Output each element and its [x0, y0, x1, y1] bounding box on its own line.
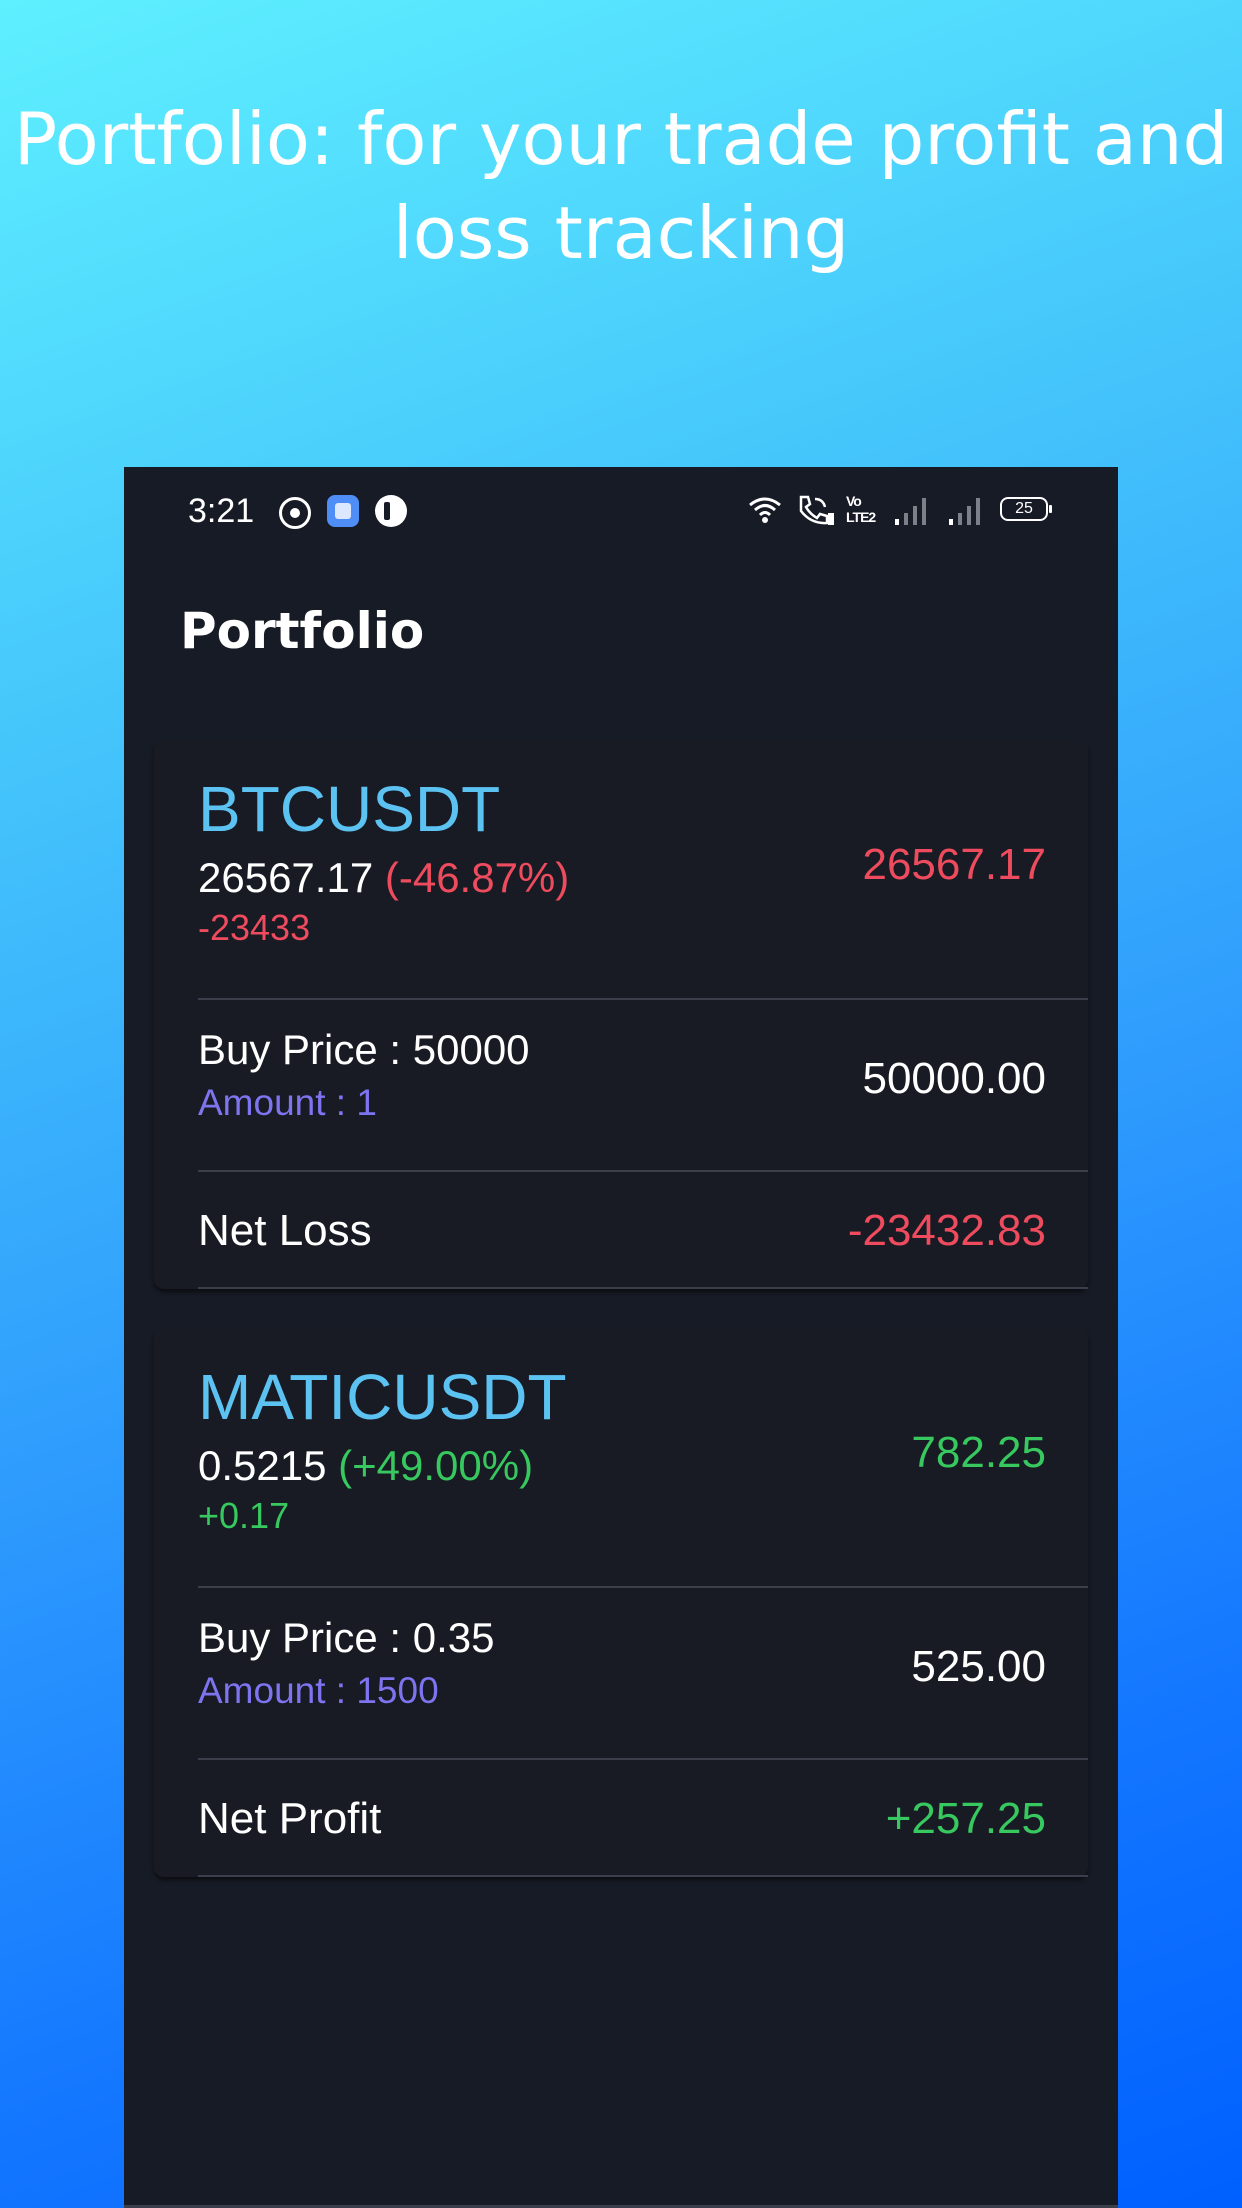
divider: [198, 1170, 1088, 1172]
whatsapp-icon: [279, 497, 311, 529]
divider: [198, 1875, 1088, 1877]
divider: [198, 1586, 1088, 1588]
net-label: Net Loss: [198, 1206, 372, 1255]
net-value: +257.25: [885, 1794, 1046, 1843]
volte-icon: Vo LTE2: [846, 493, 876, 525]
net-value: -23432.83: [847, 1206, 1046, 1255]
buy-price: Buy Price : 50000: [198, 1026, 530, 1073]
holding-price-line: 0.5215 (+49.00%): [198, 1441, 533, 1491]
net-label: Net Profit: [198, 1794, 382, 1843]
status-time: 3:21: [188, 492, 255, 530]
battery-icon: 25: [1000, 497, 1052, 521]
wifi-icon: [749, 497, 781, 523]
holding-price-line: 26567.17 (-46.87%): [198, 853, 569, 903]
signal-icon: [895, 498, 926, 525]
divider: [198, 998, 1088, 1000]
cost-value: 525.00: [911, 1642, 1046, 1691]
holding-symbol: MATICUSDT: [198, 1361, 567, 1433]
page-title: Portfolio: [180, 602, 425, 660]
divider: [198, 1758, 1088, 1760]
circle-icon: [375, 495, 407, 527]
holding-card-maticusdt[interactable]: MATICUSDT 0.5215 (+49.00%) +0.17 782.25 …: [154, 1329, 1088, 1877]
market-value: 782.25: [911, 1428, 1046, 1477]
status-bar: 3:21 Vo LTE2 25: [124, 467, 1118, 557]
promo-title: Portfolio: for your trade profit and los…: [13, 97, 1229, 275]
change-percent: (+49.00%): [338, 1442, 534, 1489]
cost-value: 50000.00: [862, 1054, 1046, 1103]
holding-symbol: BTCUSDT: [198, 773, 501, 845]
change-percent: (-46.87%): [384, 854, 570, 901]
app-icon: [327, 495, 359, 527]
market-value: 26567.17: [862, 840, 1046, 889]
divider: [198, 1287, 1088, 1289]
change-amount: -23433: [198, 907, 311, 948]
current-price: 26567.17: [198, 854, 374, 901]
change-amount: +0.17: [198, 1495, 290, 1536]
signal-icon: [949, 498, 980, 525]
amount: Amount : 1500: [198, 1670, 439, 1711]
holding-card-btcusdt[interactable]: BTCUSDT 26567.17 (-46.87%) -23433 26567.…: [154, 741, 1088, 1289]
buy-price: Buy Price : 0.35: [198, 1614, 495, 1661]
wifi-call-icon: [799, 495, 834, 525]
phone-screen: 3:21 Vo LTE2 25 Portfolio BTCUSDT 26567.…: [124, 467, 1118, 2208]
current-price: 0.5215: [198, 1442, 327, 1489]
amount: Amount : 1: [198, 1082, 377, 1123]
